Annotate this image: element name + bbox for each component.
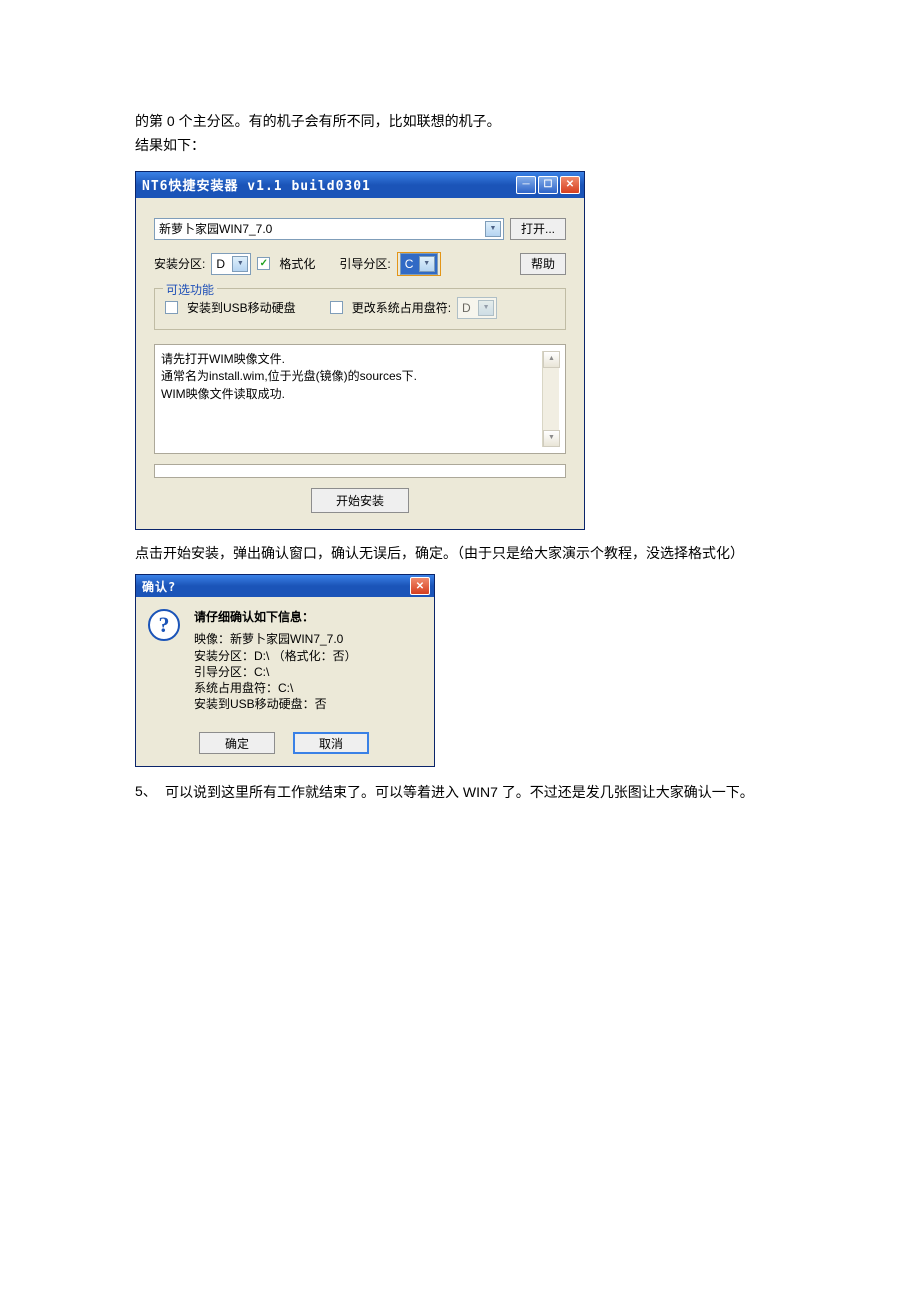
install-partition-label: 安装分区: (154, 255, 205, 272)
minimize-button[interactable]: ─ (516, 176, 536, 194)
window-buttons: ─ ☐ ✕ (516, 176, 580, 194)
progress-bar (154, 464, 566, 478)
confirm-line: 系统占用盘符：C:\ (194, 680, 357, 696)
chevron-down-icon: ▼ (232, 256, 248, 272)
install-partition-select[interactable]: D ▼ (211, 253, 251, 275)
boot-partition-value: C (405, 257, 414, 271)
titlebar: NT6快捷安装器 v1.1 build0301 ─ ☐ ✕ (136, 172, 584, 198)
window-body: 新萝卜家园WIN7_7.0 ▼ 打开... 安装分区: D ▼ ✓ 格式化 引导… (136, 198, 584, 529)
confirm-line: 映像：新萝卜家园WIN7_7.0 (194, 631, 357, 647)
image-select[interactable]: 新萝卜家园WIN7_7.0 ▼ (154, 218, 504, 240)
step-text: 可以说到这里所有工作就结束了。可以等着进入 WIN7 了。不过还是发几张图让大家… (165, 781, 785, 803)
change-drive-label: 更改系统占用盘符: (352, 299, 451, 316)
confirm-body: ? 请仔细确认如下信息： 映像：新萝卜家园WIN7_7.0 安装分区：D:\ （… (136, 597, 434, 766)
confirm-message: 请仔细确认如下信息： 映像：新萝卜家园WIN7_7.0 安装分区：D:\ （格式… (194, 609, 357, 712)
close-button[interactable]: ✕ (560, 176, 580, 194)
scroll-up-icon[interactable]: ▲ (543, 351, 560, 368)
log-line: WIM映像文件读取成功. (161, 386, 417, 403)
usb-checkbox[interactable] (165, 301, 178, 314)
help-button[interactable]: 帮助 (520, 253, 566, 275)
chevron-down-icon: ▼ (419, 256, 435, 272)
change-drive-select: D ▼ (457, 297, 497, 319)
after-install-text: 点击开始安装，弹出确认窗口，确认无误后，确定。（由于只是给大家演示个教程，没选择… (135, 542, 785, 564)
optional-legend: 可选功能 (163, 281, 217, 298)
scroll-down-icon[interactable]: ▼ (543, 430, 560, 447)
log-line: 通常名为install.wim,位于光盘(镜像)的sources下. (161, 368, 417, 385)
change-drive-value: D (462, 301, 471, 315)
question-icon: ? (148, 609, 180, 641)
optional-fieldset: 可选功能 安装到USB移动硬盘 更改系统占用盘符: D ▼ (154, 288, 566, 330)
log-textarea: 请先打开WIM映像文件. 通常名为install.wim,位于光盘(镜像)的so… (154, 344, 566, 454)
boot-partition-select[interactable]: C ▼ (400, 253, 438, 275)
intro-line-2: 结果如下： (135, 134, 785, 156)
step-list: 5、 可以说到这里所有工作就结束了。可以等着进入 WIN7 了。不过还是发几张图… (135, 781, 785, 803)
ok-button[interactable]: 确定 (199, 732, 275, 754)
installer-window: NT6快捷安装器 v1.1 build0301 ─ ☐ ✕ 新萝卜家园WIN7_… (135, 171, 585, 530)
confirm-line: 安装分区：D:\ （格式化：否） (194, 648, 357, 664)
chevron-down-icon: ▼ (478, 300, 494, 316)
chevron-down-icon: ▼ (485, 221, 501, 237)
start-install-button[interactable]: 开始安装 (311, 488, 409, 513)
usb-label: 安装到USB移动硬盘 (187, 299, 296, 316)
change-drive-checkbox[interactable] (330, 301, 343, 314)
window-title: NT6快捷安装器 v1.1 build0301 (142, 175, 371, 194)
confirm-line: 安装到USB移动硬盘：否 (194, 696, 357, 712)
open-button[interactable]: 打开... (510, 218, 566, 240)
confirm-line: 引导分区：C:\ (194, 664, 357, 680)
confirm-titlebar: 确认? ✕ (136, 575, 434, 597)
boot-partition-wrap: C ▼ (397, 252, 441, 276)
confirm-dialog: 确认? ✕ ? 请仔细确认如下信息： 映像：新萝卜家园WIN7_7.0 安装分区… (135, 574, 435, 767)
log-content: 请先打开WIM映像文件. 通常名为install.wim,位于光盘(镜像)的so… (161, 351, 417, 447)
scrollbar[interactable]: ▲ ▼ (542, 351, 559, 447)
step-number: 5、 (135, 781, 165, 803)
install-partition-value: D (216, 257, 225, 271)
log-line: 请先打开WIM映像文件. (161, 351, 417, 368)
close-button[interactable]: ✕ (410, 577, 430, 595)
format-label: 格式化 (279, 255, 315, 272)
boot-partition-label: 引导分区: (339, 255, 390, 272)
format-checkbox[interactable]: ✓ (257, 257, 270, 270)
confirm-title: 确认? (142, 578, 176, 595)
intro-line-1: 的第 0 个主分区。有的机子会有所不同，比如联想的机子。 (135, 110, 785, 132)
cancel-button[interactable]: 取消 (293, 732, 369, 754)
image-select-value: 新萝卜家园WIN7_7.0 (159, 220, 272, 237)
confirm-header: 请仔细确认如下信息： (194, 609, 357, 625)
maximize-button[interactable]: ☐ (538, 176, 558, 194)
